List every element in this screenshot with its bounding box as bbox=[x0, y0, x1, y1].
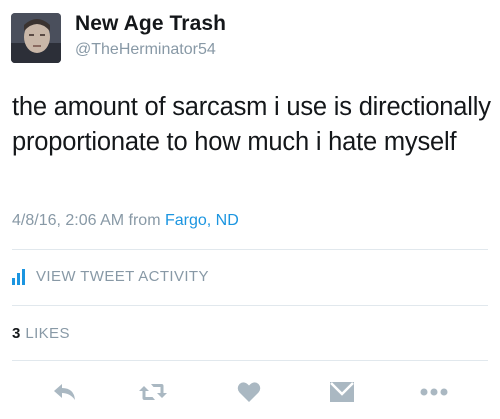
divider bbox=[12, 360, 488, 361]
more-button[interactable] bbox=[414, 372, 454, 412]
like-button[interactable] bbox=[229, 372, 269, 412]
retweet-button[interactable] bbox=[133, 372, 173, 412]
likes-label: LIKES bbox=[25, 325, 70, 342]
view-tweet-activity-link[interactable]: VIEW TWEET ACTIVITY bbox=[12, 268, 209, 285]
avatar-image bbox=[11, 13, 61, 63]
divider bbox=[12, 249, 488, 250]
reply-button[interactable] bbox=[45, 372, 85, 412]
tweet-actions bbox=[0, 372, 500, 412]
likes-number: 3 bbox=[12, 325, 21, 342]
more-icon bbox=[420, 388, 448, 396]
view-tweet-activity-label: VIEW TWEET ACTIVITY bbox=[36, 268, 209, 285]
bar-chart-icon bbox=[12, 268, 25, 285]
avatar[interactable] bbox=[11, 13, 61, 63]
tweet-meta: 4/8/16, 2:06 AM from Fargo, ND bbox=[12, 212, 239, 230]
tweet-text: the amount of sarcasm i use is direction… bbox=[12, 93, 491, 156]
retweet-icon bbox=[139, 384, 167, 400]
tweet-timestamp[interactable]: 4/8/16, 2:06 AM bbox=[12, 212, 124, 229]
heart-icon bbox=[237, 382, 261, 402]
user-handle[interactable]: @TheHerminator54 bbox=[75, 41, 216, 59]
divider bbox=[12, 305, 488, 306]
tweet-location[interactable]: Fargo, ND bbox=[165, 212, 239, 229]
direct-message-icon bbox=[330, 382, 354, 402]
reply-icon bbox=[54, 384, 75, 400]
display-name[interactable]: New Age Trash bbox=[75, 12, 226, 36]
from-label: from bbox=[128, 212, 161, 229]
likes-count[interactable]: 3 LIKES bbox=[12, 325, 70, 342]
direct-message-button[interactable] bbox=[322, 372, 362, 412]
